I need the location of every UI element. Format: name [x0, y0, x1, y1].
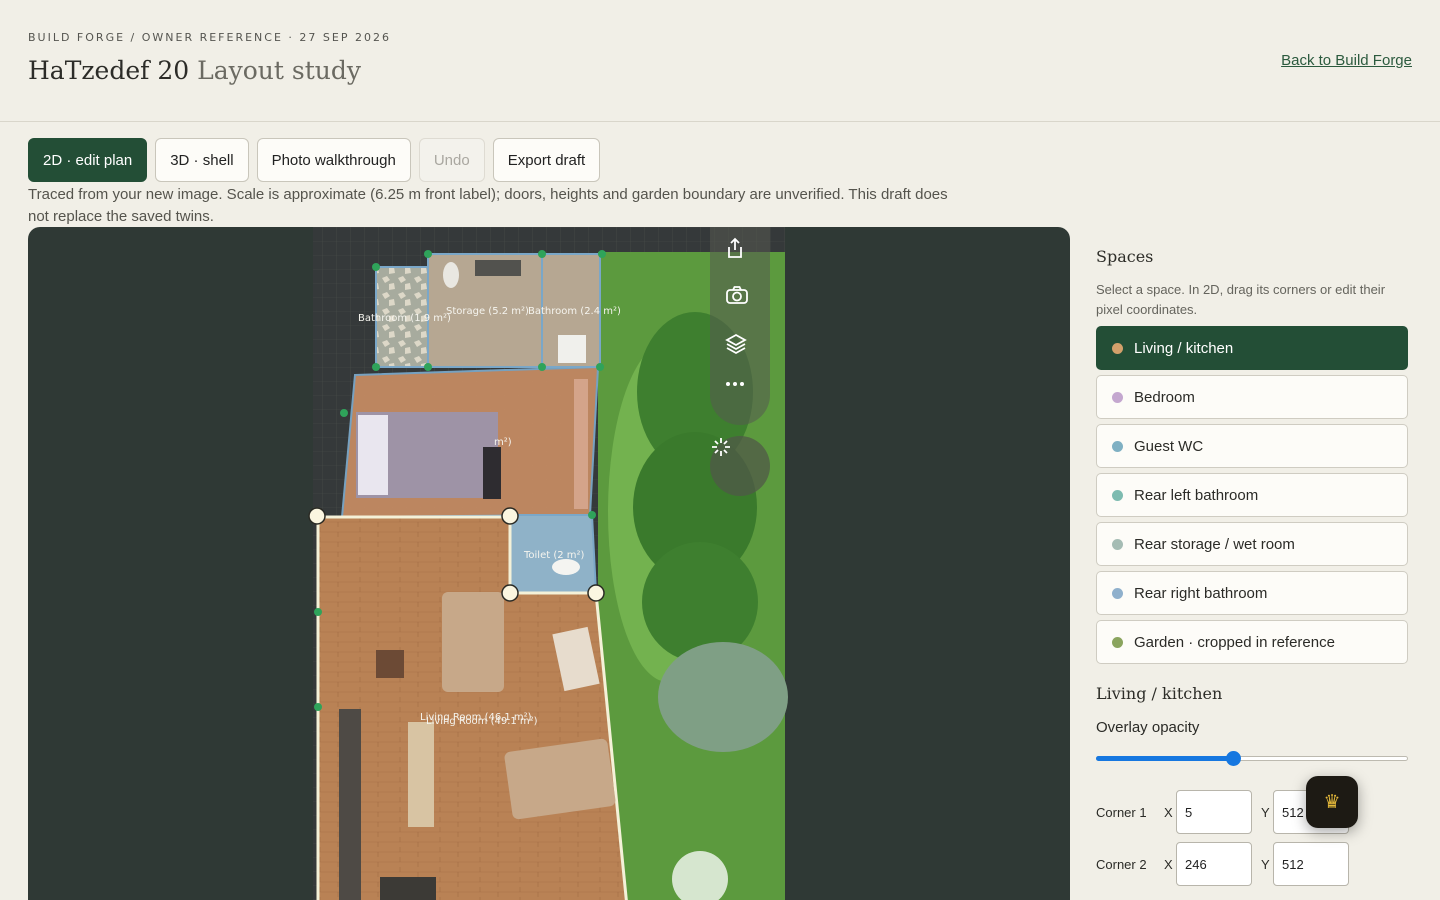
room-label-bathroom-right: Bathroom (2.4 m²) — [528, 306, 621, 317]
overlay-opacity-label: Overlay opacity — [1096, 719, 1200, 736]
layers-icon[interactable] — [725, 333, 755, 363]
space-living-kitchen[interactable]: Living / kitchen — [1096, 326, 1408, 370]
kitchen-counter — [339, 709, 361, 900]
spaces-panel: Spaces Select a space. In 2D, drag its c… — [1096, 227, 1408, 768]
dining-table — [380, 877, 436, 900]
corner-1-label: Corner 1 — [1096, 804, 1147, 820]
selected-space-heading: Living / kitchen — [1096, 684, 1223, 703]
edit-plan-2d-button[interactable]: 2D · edit plan — [28, 138, 148, 182]
garden-palm-3 — [642, 542, 758, 662]
space-garden[interactable]: Garden · cropped in reference — [1096, 620, 1408, 664]
trace-notice: Traced from your new image. Scale is app… — [28, 186, 948, 225]
corner-2-y-input[interactable] — [1273, 842, 1349, 886]
garden-stones — [658, 642, 788, 752]
corner-1-x-input[interactable] — [1176, 790, 1252, 834]
space-label: Rear right bathroom — [1134, 584, 1268, 602]
corner-2-label: Corner 2 — [1096, 856, 1147, 872]
space-color-dot — [1112, 391, 1123, 403]
export-draft-button[interactable]: Export draft — [492, 138, 601, 182]
corner-1-y-label: Y — [1261, 804, 1270, 820]
corner-2-row: Corner 2 X Y — [1096, 842, 1349, 886]
corner-2-x-label: X — [1164, 856, 1173, 872]
view-toolbar: 2D · edit plan 3D · shell Photo walkthro… — [28, 138, 601, 182]
shell-3d-button[interactable]: 3D · shell — [155, 138, 249, 182]
room-label-toilet: Toilet (2 m²) — [523, 550, 585, 561]
floor-plan-svg: Bathroom (1.9 m²) Storage (5.2 m²) Bathr… — [308, 227, 788, 900]
page-header: BUILD FORGE / OWNER REFERENCE · 27 SEP 2… — [0, 0, 1440, 122]
page-title-subtitle: Layout study — [197, 56, 362, 85]
space-guest-wc[interactable]: Guest WC — [1096, 424, 1408, 468]
share-icon[interactable] — [725, 237, 755, 267]
space-label: Guest WC — [1134, 437, 1204, 455]
camera-icon[interactable] — [725, 285, 755, 315]
space-color-dot — [1112, 342, 1123, 354]
space-color-dot — [1112, 587, 1123, 599]
bedroom-wardrobe — [483, 447, 501, 499]
plan-canvas[interactable]: Bathroom (1.9 m²) Storage (5.2 m²) Bathr… — [28, 227, 1070, 900]
corner-handle-3[interactable] — [501, 584, 519, 602]
corner-handle-4[interactable] — [587, 584, 605, 602]
slider-thumb[interactable] — [1226, 751, 1242, 766]
back-to-build-forge-link[interactable]: Back to Build Forge — [1281, 52, 1412, 69]
corner-2-x-input[interactable] — [1176, 842, 1252, 886]
spaces-heading: Spaces — [1096, 247, 1154, 266]
page-title: HaTzedef 20 Layout study — [28, 56, 361, 85]
overlay-opacity-slider[interactable] — [1096, 748, 1408, 768]
photo-walkthrough-button[interactable]: Photo walkthrough — [256, 138, 411, 182]
corner-handle-1[interactable] — [308, 507, 326, 525]
kitchen-island — [408, 722, 434, 827]
corner-2-y-label: Y — [1261, 856, 1270, 872]
space-label: Living / kitchen — [1134, 339, 1234, 357]
space-label: Rear storage / wet room — [1134, 535, 1295, 553]
crown-icon[interactable]: ♛ — [1306, 776, 1358, 828]
space-bedroom[interactable]: Bedroom — [1096, 375, 1408, 419]
space-color-dot — [1112, 538, 1123, 550]
space-rear-storage[interactable]: Rear storage / wet room — [1096, 522, 1408, 566]
slider-fill — [1096, 756, 1234, 761]
plan-tool-rail — [710, 227, 770, 425]
room-label-bathroom-left: Bathroom (1.9 m²) — [358, 313, 451, 324]
sofa-bottom — [504, 738, 616, 820]
space-label: Rear left bathroom — [1134, 486, 1259, 504]
side-table — [376, 650, 404, 678]
room-label-living-2: Living Room (49.1 m²) — [426, 716, 538, 727]
more-icon[interactable] — [725, 381, 755, 411]
wc-toilet — [552, 559, 580, 575]
space-rear-right-bathroom[interactable]: Rear right bathroom — [1096, 571, 1408, 615]
sofa-left — [442, 592, 504, 692]
page-title-main: HaTzedef 20 — [28, 56, 190, 85]
corner-1-x-label: X — [1164, 804, 1173, 820]
rear-toilet — [443, 262, 459, 288]
spaces-hint: Select a space. In 2D, drag its corners … — [1096, 282, 1386, 317]
undo-button[interactable]: Undo — [418, 138, 485, 182]
room-label-bedroom: m²) — [494, 437, 512, 448]
space-color-dot — [1112, 440, 1123, 452]
space-label: Garden · cropped in reference — [1134, 633, 1335, 651]
bedroom-shelf — [574, 379, 588, 509]
magic-wand-icon[interactable] — [710, 436, 770, 496]
space-list: Living / kitchen Bedroom Guest WC Rear l… — [1096, 326, 1408, 664]
corner-handle-2[interactable] — [501, 507, 519, 525]
space-color-dot — [1112, 636, 1123, 648]
breadcrumb: BUILD FORGE / OWNER REFERENCE · 27 SEP 2… — [28, 31, 391, 44]
space-color-dot — [1112, 489, 1123, 501]
bed-pillows — [358, 415, 388, 495]
space-label: Bedroom — [1134, 388, 1195, 406]
storage-counter — [475, 260, 521, 276]
room-label-storage: Storage (5.2 m²) — [446, 306, 529, 317]
space-rear-left-bathroom[interactable]: Rear left bathroom — [1096, 473, 1408, 517]
washing-machine — [558, 335, 586, 363]
